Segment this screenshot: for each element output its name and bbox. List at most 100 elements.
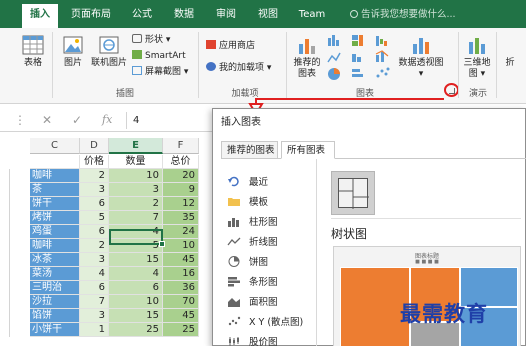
- cell-qty[interactable]: 25: [109, 323, 163, 337]
- cell-qty[interactable]: 10: [109, 169, 163, 183]
- cell-total[interactable]: 70: [163, 295, 199, 309]
- cell-qty[interactable]: 15: [109, 309, 163, 323]
- cell-price[interactable]: 4: [80, 267, 109, 281]
- tab-insert[interactable]: 插入: [22, 4, 58, 28]
- cell-qty[interactable]: 10: [109, 295, 163, 309]
- cell-name[interactable]: 鸡蛋: [30, 225, 80, 239]
- cell-qty[interactable]: 2: [109, 197, 163, 211]
- cell-total[interactable]: 45: [163, 253, 199, 267]
- cell-qty[interactable]: 3: [109, 183, 163, 197]
- online-pictures-button[interactable]: 联机图片: [88, 34, 130, 69]
- cell-total[interactable]: 36: [163, 281, 199, 295]
- tab-recommended-charts[interactable]: 推荐的图表: [221, 141, 278, 159]
- tab-view[interactable]: 视图: [252, 0, 284, 28]
- tab-page-layout[interactable]: 页面布局: [66, 0, 116, 28]
- cell-name[interactable]: 三明治: [30, 281, 80, 295]
- charts-dialog-launcher-icon[interactable]: [449, 88, 455, 94]
- screenshot-button[interactable]: 屏幕截图 ▾: [132, 66, 188, 78]
- cell-price[interactable]: 7: [80, 295, 109, 309]
- tab-all-charts[interactable]: 所有图表: [281, 141, 335, 159]
- chart-type-item[interactable]: 最近: [227, 175, 268, 191]
- cell-name[interactable]: 咖啡: [30, 169, 80, 183]
- cell-price[interactable]: 5: [80, 211, 109, 225]
- treemap-preview[interactable]: 图表标题 ■ ■ ■ ■: [333, 246, 521, 346]
- cell-total[interactable]: 12: [163, 197, 199, 211]
- pictures-button[interactable]: 图片: [58, 34, 88, 69]
- cell-total[interactable]: 20: [163, 169, 199, 183]
- store-button[interactable]: 应用商店: [206, 40, 255, 52]
- more-options-icon[interactable]: ⋮: [14, 113, 26, 127]
- column-header-d[interactable]: D: [80, 138, 109, 154]
- ribbon-insert: 表格 图片 联机图片 形状 ▾ SmartArt 屏幕截图 ▾ 插图 应用商店 …: [0, 28, 526, 104]
- cell-total[interactable]: 9: [163, 183, 199, 197]
- cell-name[interactable]: 烤饼: [30, 211, 80, 225]
- chart-type-item[interactable]: 折线图: [227, 235, 278, 251]
- tab-formulas[interactable]: 公式: [126, 0, 158, 28]
- chart-type-item[interactable]: 饼图: [227, 255, 268, 271]
- cell-total[interactable]: 16: [163, 267, 199, 281]
- charts-group-label: 图表: [355, 89, 374, 99]
- header-cell-qty[interactable]: 数量: [109, 155, 163, 169]
- column-header-f[interactable]: F: [163, 138, 199, 154]
- header-cell-price[interactable]: 价格: [80, 155, 109, 169]
- cell-qty[interactable]: 15: [109, 253, 163, 267]
- recommended-charts-label-2: 图表: [297, 69, 316, 79]
- 3d-map-button[interactable]: 三维地 图 ▾: [460, 34, 494, 80]
- cell-price[interactable]: 6: [80, 225, 109, 239]
- cell-price[interactable]: 6: [80, 281, 109, 295]
- cell-qty[interactable]: 6: [109, 281, 163, 295]
- sparkline-button[interactable]: 折: [500, 58, 520, 69]
- insert-function-icon[interactable]: fx: [102, 113, 112, 126]
- shapes-button[interactable]: 形状 ▾: [132, 34, 170, 46]
- cell-qty[interactable]: 7: [109, 211, 163, 225]
- cell-name[interactable]: 茶: [30, 183, 80, 197]
- chart-type-item[interactable]: X Y (散点图): [227, 315, 303, 331]
- cell-name[interactable]: 冰茶: [30, 253, 80, 267]
- cell-name[interactable]: 菜汤: [30, 267, 80, 281]
- enter-icon[interactable]: ✓: [72, 113, 82, 127]
- cell-name[interactable]: 咖啡: [30, 239, 80, 253]
- cell-total[interactable]: 10: [163, 239, 199, 253]
- cell-name[interactable]: 沙拉: [30, 295, 80, 309]
- chart-type-item[interactable]: 模板: [227, 195, 268, 211]
- tab-data[interactable]: 数据: [168, 0, 200, 28]
- cell-name[interactable]: 饼干: [30, 197, 80, 211]
- cell-price[interactable]: 6: [80, 197, 109, 211]
- cell-price[interactable]: 3: [80, 183, 109, 197]
- cell-name[interactable]: 小饼干: [30, 323, 80, 337]
- formula-input[interactable]: 4: [126, 112, 226, 129]
- cell-name[interactable]: 馅饼: [30, 309, 80, 323]
- column-header-c[interactable]: C: [30, 138, 80, 154]
- cell-price[interactable]: 3: [80, 253, 109, 267]
- fill-handle[interactable]: [159, 241, 165, 247]
- pivot-chart-button[interactable]: 数据透视图 ▾: [396, 34, 446, 80]
- chart-type-item[interactable]: 面积图: [227, 295, 278, 311]
- cancel-icon[interactable]: ✕: [42, 113, 52, 127]
- chart-type-gallery[interactable]: [326, 34, 396, 82]
- cell-price[interactable]: 2: [80, 169, 109, 183]
- tell-me-box[interactable]: 告诉我您想要做什么...: [350, 0, 456, 28]
- folder-icon: [227, 196, 241, 207]
- treemap-thumbnail[interactable]: [331, 171, 375, 215]
- my-addins-button[interactable]: 我的加载项 ▾: [206, 62, 271, 74]
- cell-qty[interactable]: 4: [109, 267, 163, 281]
- header-cell-name[interactable]: [30, 155, 80, 169]
- chart-type-item[interactable]: 股价图: [227, 335, 278, 346]
- cell-price[interactable]: 2: [80, 239, 109, 253]
- cell-price[interactable]: 3: [80, 309, 109, 323]
- tab-review[interactable]: 审阅: [210, 0, 242, 28]
- cell-price[interactable]: 1: [80, 323, 109, 337]
- recommended-charts-button[interactable]: 推荐的 图表: [290, 34, 324, 80]
- column-header-e[interactable]: E: [109, 138, 163, 154]
- smartart-button[interactable]: SmartArt: [132, 50, 186, 62]
- smartart-icon: [132, 50, 142, 59]
- cell-total[interactable]: 25: [163, 323, 199, 337]
- table-button[interactable]: 表格: [18, 34, 48, 69]
- cell-total[interactable]: 35: [163, 211, 199, 225]
- tab-team[interactable]: Team: [294, 0, 330, 28]
- cell-total[interactable]: 24: [163, 225, 199, 239]
- chart-type-item[interactable]: 条形图: [227, 275, 278, 291]
- header-cell-total[interactable]: 总价: [163, 155, 199, 169]
- cell-total[interactable]: 45: [163, 309, 199, 323]
- chart-type-item[interactable]: 柱形图: [227, 215, 278, 231]
